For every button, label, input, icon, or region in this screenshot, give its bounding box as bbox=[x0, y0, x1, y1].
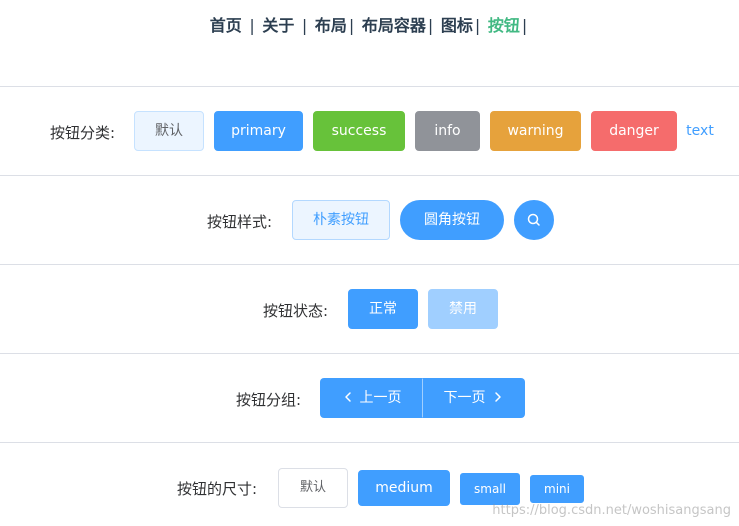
top-nav: 首页 | 关于 | 布局 | 布局容器 | 图标 | 按钮 | bbox=[0, 12, 739, 36]
normal-button[interactable]: 正常 bbox=[348, 289, 418, 329]
text-button[interactable]: text bbox=[684, 111, 716, 151]
plain-button[interactable]: 朴素按钮 bbox=[292, 200, 390, 240]
nav-about-link[interactable]: 关于 bbox=[262, 16, 294, 35]
nav-layout-link[interactable]: 布局 bbox=[315, 16, 347, 35]
button-types-label: 按钮分类: bbox=[50, 124, 116, 142]
info-button[interactable]: info bbox=[415, 111, 480, 151]
nav-layout-container-link[interactable]: 布局容器 bbox=[362, 16, 426, 35]
default-button[interactable]: 默认 bbox=[134, 111, 204, 151]
nav-icon-link[interactable]: 图标 bbox=[441, 16, 473, 35]
next-page-button[interactable]: 下一页 bbox=[423, 378, 525, 418]
nav-separator: | bbox=[249, 16, 255, 35]
nav-separator: | bbox=[348, 16, 355, 35]
chevron-right-icon bbox=[494, 392, 501, 402]
button-group-label: 按钮分组: bbox=[236, 391, 302, 409]
button-group-row: 按钮分组: 上一页 下一页 bbox=[0, 353, 739, 441]
medium-size-button[interactable]: medium bbox=[358, 470, 450, 506]
button-states-label: 按钮状态: bbox=[263, 302, 329, 320]
nav-button-link[interactable]: 按钮 bbox=[488, 16, 520, 35]
small-size-button[interactable]: small bbox=[460, 473, 520, 505]
prev-page-button[interactable]: 上一页 bbox=[320, 378, 423, 418]
circle-search-button[interactable] bbox=[514, 200, 554, 240]
disabled-button: 禁用 bbox=[428, 289, 498, 329]
button-types-row: 按钮分类: 默认 primary success info warning da… bbox=[0, 86, 739, 174]
page: 首页 | 关于 | 布局 | 布局容器 | 图标 | 按钮 | 按钮分类: 默认 pri… bbox=[0, 0, 739, 526]
next-page-label: 下一页 bbox=[443, 390, 486, 406]
mini-size-button[interactable]: mini bbox=[530, 475, 584, 503]
button-sizes-label: 按钮的尺寸: bbox=[177, 480, 258, 498]
success-button[interactable]: success bbox=[313, 111, 405, 151]
primary-button[interactable]: primary bbox=[214, 111, 303, 151]
danger-button[interactable]: danger bbox=[591, 111, 677, 151]
default-size-button[interactable]: 默认 bbox=[278, 468, 348, 508]
button-styles-row: 按钮样式: 朴素按钮 圆角按钮 bbox=[0, 175, 739, 263]
button-styles-label: 按钮样式: bbox=[207, 213, 273, 231]
nav-separator: | bbox=[427, 16, 434, 35]
nav-separator: | bbox=[521, 16, 528, 35]
prev-page-label: 上一页 bbox=[359, 390, 402, 406]
chevron-left-icon bbox=[344, 392, 351, 402]
watermark: https://blog.csdn.net/woshisangsang bbox=[492, 503, 731, 518]
warning-button[interactable]: warning bbox=[490, 111, 581, 151]
search-icon bbox=[527, 213, 540, 226]
nav-separator: | bbox=[474, 16, 481, 35]
nav-separator: | bbox=[301, 16, 308, 35]
round-button[interactable]: 圆角按钮 bbox=[400, 200, 504, 240]
nav-home-link[interactable]: 首页 bbox=[210, 16, 242, 35]
button-states-row: 按钮状态: 正常 禁用 bbox=[0, 264, 739, 352]
